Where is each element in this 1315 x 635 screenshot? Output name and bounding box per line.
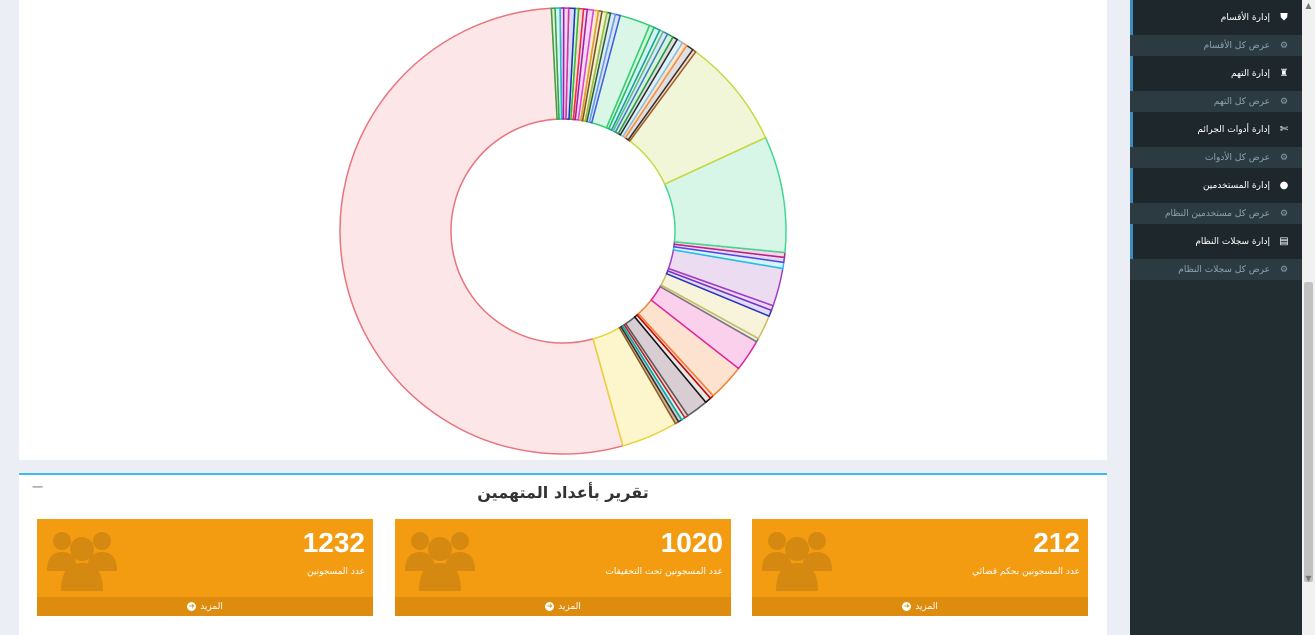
donut-chart xyxy=(339,7,787,455)
sidebar-item-label: إدارة المستخدمين xyxy=(1202,180,1270,191)
sidebar-item-label: عرض كل التهم xyxy=(1213,96,1270,107)
cogs-icon: ⚙ xyxy=(1279,152,1289,163)
sidebar-item-label: عرض كل سجلات النظام xyxy=(1178,264,1270,275)
cogs-icon: ⚙ xyxy=(1279,96,1289,107)
sidebar-item-sections[interactable]: إدارة الأقسام ⛊ xyxy=(1130,0,1302,35)
user-secret-icon: ♜ xyxy=(1279,68,1289,79)
scroll-thumb[interactable] xyxy=(1304,282,1313,582)
cogs-icon: ⚙ xyxy=(1279,40,1289,51)
scrollbar[interactable]: ▲ ▼ xyxy=(1302,0,1315,635)
more-label: المزيد xyxy=(915,601,938,612)
user-icon: ● xyxy=(1279,180,1289,191)
scroll-down-arrow-icon[interactable]: ▼ xyxy=(1302,573,1315,585)
stat-card-total: 1232 عدد المسجونين المزيد ➜ xyxy=(37,519,373,616)
stat-number: 1232 xyxy=(302,527,365,558)
more-link[interactable]: المزيد ➜ xyxy=(37,597,373,616)
arrow-circle-icon: ➜ xyxy=(545,602,555,611)
sidebar-item-view-charges[interactable]: عرض كل التهم ⚙ xyxy=(1130,91,1302,112)
users-icon xyxy=(47,532,117,591)
sidebar-item-label: عرض كل الأقسام xyxy=(1203,40,1270,51)
sidebar-item-view-tools[interactable]: عرض كل الأدوات ⚙ xyxy=(1130,147,1302,168)
cogs-icon: ⚙ xyxy=(1279,264,1289,275)
arrow-circle-icon: ➜ xyxy=(187,602,197,611)
stat-card-under-investigation: 1020 عدد المسجونين تحت التحقيقات المزيد … xyxy=(395,519,731,616)
sidebar-item-system-logs[interactable]: إدارة سجلات النظام ▤ xyxy=(1130,224,1302,259)
sidebar-item-label: إدارة أدوات الجرائم xyxy=(1197,124,1270,135)
sidebar-item-label: عرض كل مستخدمين النظام xyxy=(1164,208,1270,219)
sidebar-item-view-users[interactable]: عرض كل مستخدمين النظام ⚙ xyxy=(1130,203,1302,224)
stat-number: 212 xyxy=(1033,527,1080,558)
arrow-circle-icon: ➜ xyxy=(902,602,912,611)
users-icon xyxy=(405,532,475,591)
sidebar-item-label: عرض كل الأدوات xyxy=(1205,152,1270,163)
users-icon xyxy=(762,532,832,591)
scroll-up-arrow-icon[interactable]: ▲ xyxy=(1302,0,1315,12)
stat-card-sentenced: 212 عدد المسجونين بحكم قضائي المزيد ➜ xyxy=(752,519,1088,616)
more-link[interactable]: المزيد ➜ xyxy=(752,597,1088,616)
sidebar-item-users[interactable]: إدارة المستخدمين ● xyxy=(1130,168,1302,203)
sidebar-item-view-logs[interactable]: عرض كل سجلات النظام ⚙ xyxy=(1130,259,1302,280)
sidebar: إدارة الأقسام ⛊ عرض كل الأقسام ⚙ إدارة ا… xyxy=(1130,0,1302,635)
stat-label: عدد المسجونين بحكم قضائي xyxy=(972,567,1080,577)
report-box: − تقرير بأعداد المتهمين 1232 عدد المسجون… xyxy=(19,473,1107,635)
sidebar-item-crime-tools[interactable]: إدارة أدوات الجرائم ✄ xyxy=(1130,112,1302,147)
sidebar-item-label: إدارة سجلات النظام xyxy=(1195,236,1270,247)
stat-label: عدد المسجونين xyxy=(307,567,365,577)
stat-number: 1020 xyxy=(660,527,723,558)
tools-icon: ✄ xyxy=(1279,124,1289,135)
more-link[interactable]: المزيد ➜ xyxy=(395,597,731,616)
chart-panel xyxy=(19,0,1107,460)
id-card-icon: ▤ xyxy=(1279,236,1289,247)
sidebar-item-label: إدارة الأقسام xyxy=(1220,12,1270,23)
sidebar-item-view-sections[interactable]: عرض كل الأقسام ⚙ xyxy=(1130,35,1302,56)
more-label: المزيد xyxy=(200,601,223,612)
stat-label: عدد المسجونين تحت التحقيقات xyxy=(605,567,723,577)
shield-icon: ⛊ xyxy=(1280,12,1288,23)
sidebar-item-label: إدارة التهم xyxy=(1230,68,1270,79)
report-title: تقرير بأعداد المتهمين xyxy=(477,483,649,502)
sidebar-item-charges[interactable]: إدارة التهم ♜ xyxy=(1130,56,1302,91)
more-label: المزيد xyxy=(558,601,581,612)
cogs-icon: ⚙ xyxy=(1279,208,1289,219)
